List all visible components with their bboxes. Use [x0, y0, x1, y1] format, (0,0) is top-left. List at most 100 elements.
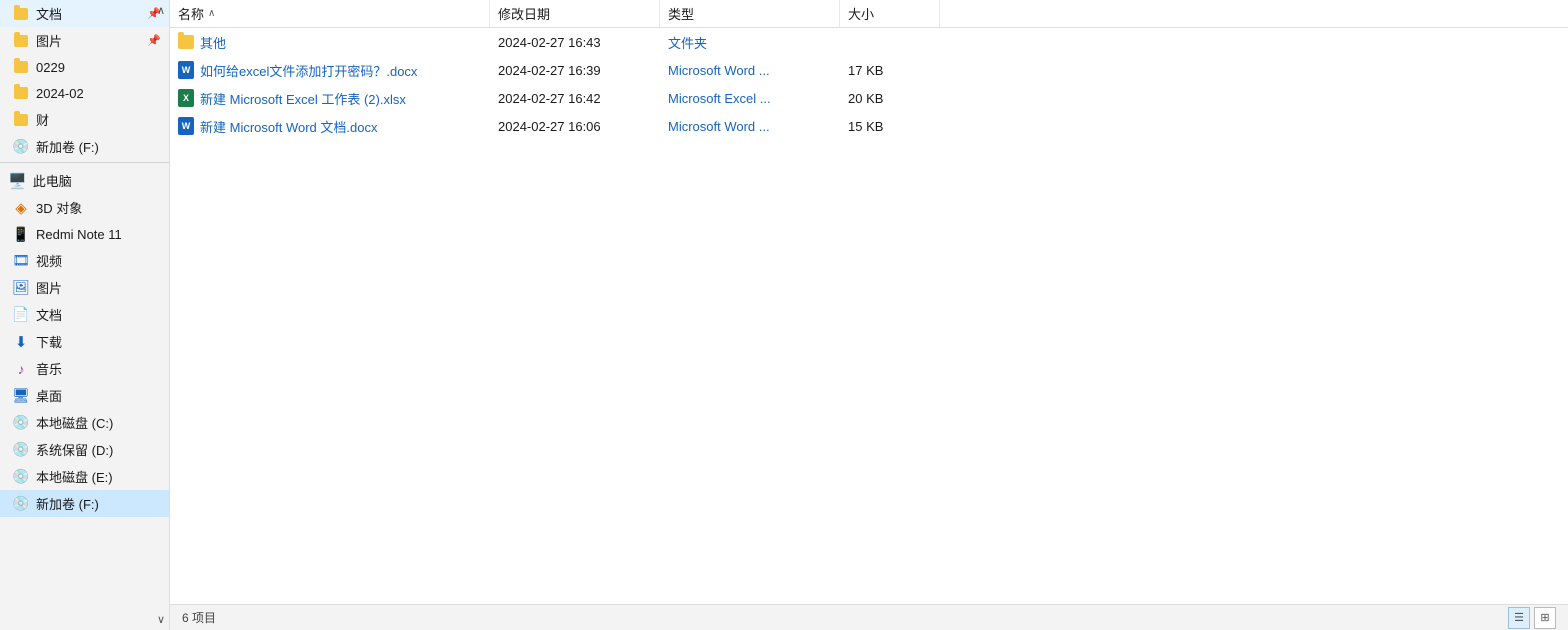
- file-list: 其他 2024-02-27 16:43 文件夹 如何给excel文件添加打开密码…: [170, 28, 1568, 604]
- sidebar-this-pc[interactable]: 🖥️ 此电脑: [0, 165, 169, 194]
- sidebar-item-drive-f-label: 新加卷 (F:): [36, 494, 99, 513]
- drive-c-icon: 💿: [12, 414, 30, 432]
- sidebar-item-music-label: 音乐: [36, 359, 62, 378]
- column-header-row: 名称 ∧ 修改日期 类型 大小: [170, 0, 1568, 28]
- sidebar-item-img[interactable]: 🖼 图片: [0, 274, 169, 301]
- sidebar-item-drive-c[interactable]: 💿 本地磁盘 (C:): [0, 409, 169, 436]
- file-date: 2024-02-27 16:43: [490, 32, 660, 53]
- sidebar-item-desktop-label: 桌面: [36, 386, 62, 405]
- col-type-label: 类型: [668, 4, 694, 23]
- file-size: [840, 39, 940, 45]
- file-name-cell: 如何给excel文件添加打开密码？.docx: [170, 58, 490, 83]
- sidebar-item-img-label: 图片: [36, 278, 62, 297]
- sidebar-item-video[interactable]: 🎞 视频: [0, 247, 169, 274]
- scroll-down-arrow[interactable]: ∨: [157, 613, 165, 626]
- file-name-cell: 新建 Microsoft Word 文档.docx: [170, 114, 490, 139]
- status-count: 6 项目: [182, 609, 216, 626]
- sidebar-item-pictures-label: 图片: [36, 31, 62, 50]
- sidebar-item-documents[interactable]: 文档 📌: [0, 0, 169, 27]
- music-icon: ♪: [12, 360, 30, 378]
- table-row[interactable]: 新建 Microsoft Excel 工作表 (2).xlsx 2024-02-…: [170, 84, 1568, 112]
- sidebar-item-doc[interactable]: 📄 文档: [0, 301, 169, 328]
- file-name-text: 其他: [200, 33, 226, 52]
- file-type: Microsoft Excel ...: [660, 88, 840, 109]
- view-toggle-group: ☰ ⊞: [1508, 607, 1556, 629]
- sidebar-item-cai-label: 财: [36, 110, 49, 129]
- sidebar-item-redmi[interactable]: 📱 Redmi Note 11: [0, 221, 169, 247]
- download-icon: ⬇: [12, 333, 30, 351]
- file-type: Microsoft Word ...: [660, 116, 840, 137]
- table-row[interactable]: 如何给excel文件添加打开密码？.docx 2024-02-27 16:39 …: [170, 56, 1568, 84]
- file-size: 20 KB: [840, 88, 940, 109]
- file-name-text: 新建 Microsoft Word 文档.docx: [200, 117, 377, 136]
- col-header-type[interactable]: 类型: [660, 0, 840, 27]
- folder-icon: [12, 58, 30, 76]
- grid-view-button[interactable]: ⊞: [1534, 607, 1556, 629]
- sidebar-item-2024-02-label: 2024-02: [36, 86, 84, 101]
- sidebar-item-drive-f-top[interactable]: 💿 新加卷 (F:): [0, 133, 169, 160]
- sidebar-item-drive-f[interactable]: 💿 新加卷 (F:): [0, 490, 169, 517]
- col-header-size[interactable]: 大小: [840, 0, 940, 27]
- file-type: 文件夹: [660, 30, 840, 55]
- docs-icon: 📄: [12, 306, 30, 324]
- pictures-icon: 🖼: [12, 279, 30, 297]
- pc-icon: 🖥️: [8, 172, 27, 190]
- sort-arrow-icon: ∧: [208, 8, 215, 19]
- drive-e-icon: 💿: [12, 468, 30, 486]
- sidebar-item-drive-c-label: 本地磁盘 (C:): [36, 413, 113, 432]
- word-icon: [178, 61, 194, 79]
- file-name-cell: 其他: [170, 30, 490, 55]
- drive-d-icon: 💿: [12, 441, 30, 459]
- excel-icon: [178, 89, 194, 107]
- folder-icon: [12, 84, 30, 102]
- sidebar-item-3d[interactable]: ◈ 3D 对象: [0, 194, 169, 221]
- table-row[interactable]: 其他 2024-02-27 16:43 文件夹: [170, 28, 1568, 56]
- 3d-icon: ◈: [12, 199, 30, 217]
- file-type: Microsoft Word ...: [660, 60, 840, 81]
- col-modified-label: 修改日期: [498, 4, 550, 23]
- folder-icon: [12, 5, 30, 23]
- file-date: 2024-02-27 16:42: [490, 88, 660, 109]
- col-size-label: 大小: [848, 4, 874, 23]
- sidebar-item-0229-label: 0229: [36, 60, 65, 75]
- table-row[interactable]: 新建 Microsoft Word 文档.docx 2024-02-27 16:…: [170, 112, 1568, 140]
- col-header-name[interactable]: 名称 ∧: [170, 0, 490, 27]
- list-view-button[interactable]: ☰: [1508, 607, 1530, 629]
- file-date: 2024-02-27 16:06: [490, 116, 660, 137]
- status-bar: 6 项目 ☰ ⊞: [170, 604, 1568, 630]
- sidebar: ∧ 文档 📌 图片 📌 0229 2024-02 财 💿 新加卷 (F:) 🖥️…: [0, 0, 170, 630]
- sidebar-item-pictures[interactable]: 图片 📌: [0, 27, 169, 54]
- file-name-cell: 新建 Microsoft Excel 工作表 (2).xlsx: [170, 86, 490, 111]
- sidebar-item-drive-d-label: 系统保留 (D:): [36, 440, 113, 459]
- video-icon: 🎞: [12, 252, 30, 270]
- drive-f-icon: 💿: [12, 495, 30, 513]
- sidebar-item-download[interactable]: ⬇ 下载: [0, 328, 169, 355]
- sidebar-item-redmi-label: Redmi Note 11: [36, 227, 122, 242]
- folder-icon: [12, 32, 30, 50]
- col-name-label: 名称: [178, 4, 204, 23]
- drive-icon: 💿: [12, 138, 30, 156]
- folder-icon: [178, 35, 194, 49]
- sidebar-item-0229[interactable]: 0229: [0, 54, 169, 80]
- sidebar-item-drive-e[interactable]: 💿 本地磁盘 (E:): [0, 463, 169, 490]
- sidebar-item-2024-02[interactable]: 2024-02: [0, 80, 169, 106]
- sidebar-divider: [0, 162, 169, 163]
- sidebar-item-drive-d[interactable]: 💿 系统保留 (D:): [0, 436, 169, 463]
- file-name-text: 新建 Microsoft Excel 工作表 (2).xlsx: [200, 89, 406, 108]
- sidebar-item-cai[interactable]: 财: [0, 106, 169, 133]
- file-size: 15 KB: [840, 116, 940, 137]
- sidebar-item-doc-label: 文档: [36, 305, 62, 324]
- word-icon: [178, 117, 194, 135]
- folder-icon: [12, 111, 30, 129]
- sidebar-item-download-label: 下载: [36, 332, 62, 351]
- sidebar-item-video-label: 视频: [36, 251, 62, 270]
- sidebar-item-music[interactable]: ♪ 音乐: [0, 355, 169, 382]
- scroll-up-arrow[interactable]: ∧: [157, 4, 165, 17]
- col-header-modified[interactable]: 修改日期: [490, 0, 660, 27]
- file-date: 2024-02-27 16:39: [490, 60, 660, 81]
- sidebar-this-pc-label: 此电脑: [33, 171, 72, 190]
- file-name-text: 如何给excel文件添加打开密码？.docx: [200, 61, 417, 80]
- sidebar-item-drive-e-label: 本地磁盘 (E:): [36, 467, 113, 486]
- sidebar-item-desktop[interactable]: 🖥 桌面: [0, 382, 169, 409]
- phone-icon: 📱: [12, 225, 30, 243]
